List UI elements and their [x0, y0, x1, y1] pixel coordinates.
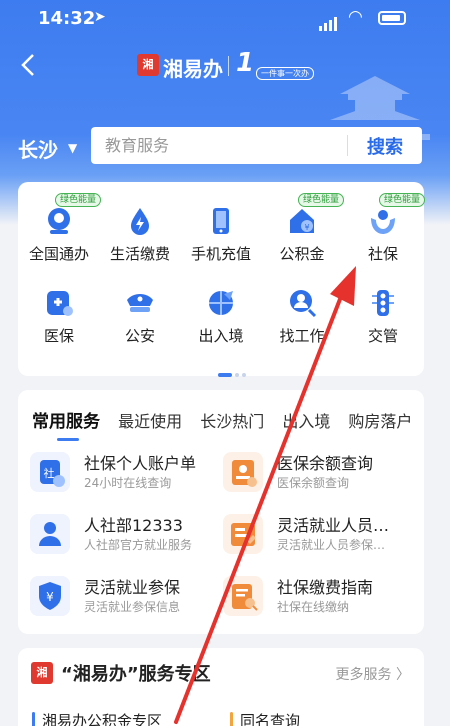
- service-label: 生活缴费: [109, 245, 170, 263]
- service-item-jobs[interactable]: 找工作: [261, 288, 343, 346]
- hands-person-icon: 绿色能量: [368, 193, 426, 236]
- green-energy-badge: 绿色能量: [55, 193, 102, 207]
- search-input[interactable]: [105, 134, 345, 156]
- police-cap-icon: [125, 288, 155, 318]
- list-item[interactable]: 社保缴费指南 社保在线缴纳: [223, 574, 408, 618]
- service-item-police[interactable]: 公安: [99, 288, 181, 346]
- id-card-icon: [223, 514, 263, 554]
- zone-title: “湘易办”服务专区: [61, 664, 211, 685]
- service-item-housing-fund[interactable]: ¥ 绿色能量 公积金: [261, 193, 345, 264]
- list-item[interactable]: 医保余额查询 医保余额查询: [223, 450, 408, 494]
- service-label: 交管: [367, 327, 398, 345]
- back-icon[interactable]: [18, 52, 40, 78]
- item-title: 社保个人账户单: [84, 454, 197, 473]
- service-label: 医保: [43, 327, 74, 345]
- globe-plane-icon: [206, 288, 236, 318]
- service-label: 公安: [124, 327, 155, 345]
- service-grid-card: 绿色能量 全国通办 生活缴费 手机充值 ¥ 绿色能量 公积金 绿色能量 社保 医…: [18, 182, 426, 377]
- list-item[interactable]: 人社部12333 人社部官方就业服务: [30, 512, 215, 556]
- slogan-number: 1: [236, 48, 255, 78]
- location-arrow-icon: ➤: [94, 9, 106, 25]
- lightning-drop-icon: [125, 206, 155, 236]
- service-label: 公积金: [279, 245, 325, 263]
- traffic-light-icon: [368, 288, 398, 318]
- list-item[interactable]: ¥ 灵活就业参保 灵活就业参保信息: [30, 574, 215, 618]
- yen-shield-icon: ¥: [30, 576, 70, 616]
- search-button[interactable]: 搜索: [355, 133, 415, 158]
- common-services-card: 常用服务 最近使用 长沙热门 出入境 购房落户 社 社保个人账户单 24小时在线…: [18, 390, 424, 634]
- service-item-traffic[interactable]: 交管: [342, 288, 424, 346]
- tab-common[interactable]: 常用服务: [32, 407, 100, 441]
- zone-logo: 湘: [31, 662, 53, 684]
- phone-icon: [206, 206, 236, 236]
- service-item-social-security[interactable]: 绿色能量 社保: [342, 193, 426, 264]
- item-title: 社保缴费指南: [277, 578, 374, 597]
- item-title: 人社部12333: [84, 516, 183, 535]
- more-services-link[interactable]: 更多服务 〉: [336, 664, 410, 684]
- app-logo: 湘: [137, 54, 159, 76]
- tab-housing[interactable]: 购房落户: [348, 408, 412, 432]
- globe-person-icon: 绿色能量: [44, 193, 102, 236]
- item-subtitle: 医保余额查询: [277, 476, 350, 490]
- green-energy-badge: 绿色能量: [379, 193, 426, 207]
- medical-shield-icon: [44, 288, 74, 318]
- service-label: 全国通办: [28, 245, 89, 263]
- social-security-icon: 社: [30, 452, 70, 492]
- house-fund-icon: ¥ 绿色能量: [287, 193, 345, 236]
- medical-card-icon: [223, 452, 263, 492]
- doc-search-icon: [223, 576, 263, 616]
- item-subtitle: 24小时在线查询: [84, 476, 172, 490]
- svg-text:¥: ¥: [46, 590, 54, 604]
- service-zone-card: 湘 “湘易办”服务专区 更多服务 〉 湘易办公积金专区 同名查询: [18, 648, 424, 726]
- service-item-national[interactable]: 绿色能量 全国通办: [18, 193, 102, 264]
- battery-icon: [378, 11, 406, 25]
- item-title: 灵活就业人员…: [277, 516, 390, 535]
- signal-icon: [319, 12, 339, 31]
- item-subtitle: 灵活就业人员参保…: [277, 538, 386, 552]
- zone-item-housing-fund[interactable]: 湘易办公积金专区: [32, 710, 162, 726]
- service-label: 社保: [367, 245, 398, 263]
- item-subtitle: 灵活就业参保信息: [84, 600, 181, 614]
- service-item-border[interactable]: 出入境: [180, 288, 262, 346]
- service-item-topup[interactable]: 手机充值: [180, 206, 262, 264]
- app-title: 湘易办: [163, 57, 223, 81]
- list-item[interactable]: 社 社保个人账户单 24小时在线查询: [30, 450, 215, 494]
- status-bar: 14:32 ➤ ◠: [0, 0, 450, 38]
- service-label: 找工作: [279, 327, 325, 345]
- city-selector[interactable]: 长沙: [18, 134, 58, 163]
- tab-border[interactable]: 出入境: [282, 408, 330, 432]
- service-tabs: 常用服务 最近使用 长沙热门 出入境 购房落户: [32, 407, 424, 441]
- zone-item-name-query[interactable]: 同名查询: [230, 710, 300, 726]
- service-item-medical[interactable]: 医保: [18, 288, 100, 346]
- person-icon: [30, 514, 70, 554]
- svg-text:社: 社: [44, 466, 55, 480]
- search-divider: [347, 135, 348, 156]
- service-label: 手机充值: [190, 245, 251, 263]
- tab-changsha-hot[interactable]: 长沙热门: [200, 408, 264, 432]
- header-divider: [228, 56, 229, 76]
- item-subtitle: 社保在线缴纳: [277, 600, 350, 614]
- svg-text:¥: ¥: [304, 223, 309, 232]
- search-bar: 搜索: [91, 127, 422, 164]
- page-indicator: [218, 362, 249, 381]
- search-person-icon: [287, 288, 317, 318]
- tab-recent[interactable]: 最近使用: [118, 408, 182, 432]
- caret-down-icon[interactable]: ▼: [68, 141, 77, 155]
- status-time: 14:32: [38, 8, 96, 29]
- list-item[interactable]: 灵活就业人员… 灵活就业人员参保…: [223, 512, 408, 556]
- wifi-icon: ◠: [348, 7, 363, 27]
- top-nav: 湘 湘易办 1 一件事一次办: [0, 40, 450, 140]
- service-label: 出入境: [198, 327, 244, 345]
- item-title: 灵活就业参保: [84, 578, 181, 597]
- green-energy-badge: 绿色能量: [298, 193, 345, 207]
- service-item-utility[interactable]: 生活缴费: [99, 206, 181, 264]
- item-title: 医保余额查询: [277, 454, 374, 473]
- item-subtitle: 人社部官方就业服务: [84, 538, 193, 552]
